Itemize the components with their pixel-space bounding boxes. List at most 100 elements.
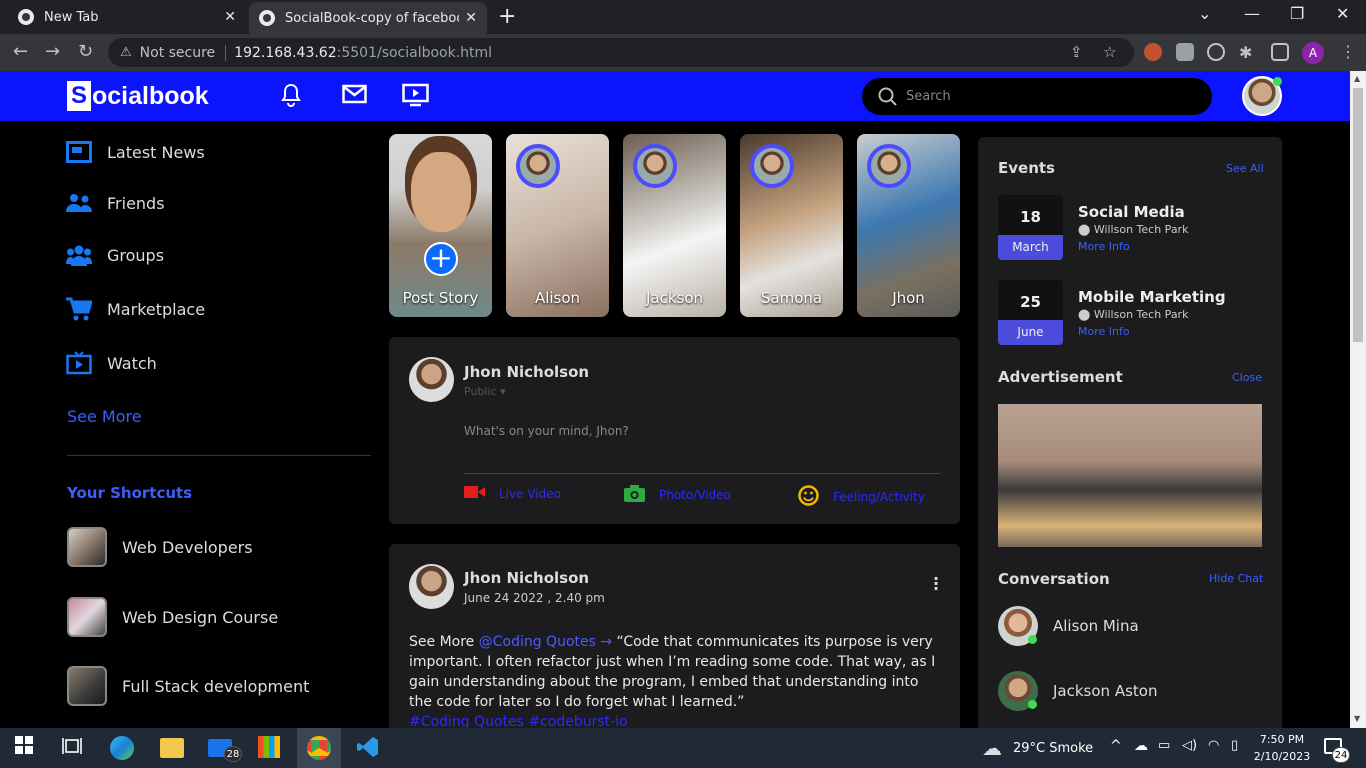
task-view-icon[interactable] bbox=[62, 736, 82, 760]
sidebar-item-watch[interactable]: Watch bbox=[66, 350, 157, 376]
event-location-text: Willson Tech Park bbox=[1093, 223, 1189, 236]
weather-icon[interactable]: ☁ bbox=[982, 736, 1002, 760]
event-more-info-link[interactable]: More Info bbox=[1078, 240, 1130, 253]
scroll-down-icon[interactable]: ▼ bbox=[1354, 714, 1360, 723]
user-avatar[interactable] bbox=[1242, 76, 1282, 116]
search-input[interactable] bbox=[906, 89, 1186, 104]
composer-avatar[interactable] bbox=[409, 357, 454, 402]
bookmark-star-icon[interactable]: ☆ bbox=[1103, 43, 1116, 61]
live-video-button[interactable]: Live Video bbox=[464, 485, 561, 502]
event-title[interactable]: Mobile Marketing bbox=[1078, 288, 1226, 306]
post-see-more[interactable]: See More bbox=[409, 634, 479, 650]
extension-icon[interactable] bbox=[1176, 43, 1194, 61]
privacy-selector[interactable]: Public ▾ bbox=[464, 385, 506, 398]
close-ad-link[interactable]: Close bbox=[1232, 371, 1262, 384]
tab-new-tab[interactable]: New Tab ✕ bbox=[8, 0, 246, 34]
chevron-up-icon[interactable]: ^ bbox=[1110, 738, 1122, 754]
minimize-icon[interactable]: — bbox=[1244, 4, 1260, 23]
event-title[interactable]: Social Media bbox=[1078, 203, 1185, 221]
profile-avatar[interactable]: A bbox=[1302, 42, 1324, 64]
logo[interactable]: S ocialbook bbox=[67, 81, 209, 111]
new-tab-button[interactable]: + bbox=[498, 4, 516, 29]
edge-icon[interactable] bbox=[110, 736, 134, 760]
scroll-up-icon[interactable]: ▲ bbox=[1354, 74, 1360, 83]
restore-icon[interactable]: ❐ bbox=[1290, 4, 1304, 23]
advertisement-image[interactable] bbox=[998, 404, 1262, 547]
address-toolbar: ← → ↻ ⚠ Not secure 192.168.43.62 :5501/s… bbox=[0, 34, 1366, 71]
security-label[interactable]: Not secure bbox=[140, 45, 216, 61]
post-author-name[interactable]: Jhon Nicholson bbox=[464, 569, 589, 587]
file-explorer-icon[interactable] bbox=[160, 738, 184, 758]
event-day: 25 bbox=[1020, 293, 1041, 311]
shortcut-web-developers[interactable]: Web Developers bbox=[67, 527, 253, 567]
brave-extension-icon[interactable] bbox=[1144, 43, 1162, 61]
post-menu-icon[interactable]: · · · bbox=[933, 571, 939, 597]
close-tab-icon[interactable]: ✕ bbox=[465, 10, 477, 26]
tab-search-icon[interactable]: ⌄ bbox=[1198, 4, 1211, 23]
reload-icon[interactable]: ↻ bbox=[78, 41, 93, 62]
windows-start-icon[interactable] bbox=[15, 736, 33, 758]
sidebar-item-marketplace[interactable]: Marketplace bbox=[66, 296, 205, 322]
sidebar-item-friends[interactable]: Friends bbox=[66, 190, 165, 216]
see-all-link[interactable]: See All bbox=[1226, 162, 1264, 175]
action-label: Live Video bbox=[499, 486, 561, 501]
battery-saver-icon[interactable]: ▯ bbox=[1231, 738, 1238, 753]
wifi-icon[interactable]: ◠ bbox=[1208, 738, 1219, 753]
chat-contact[interactable]: Alison Mina bbox=[998, 606, 1139, 646]
logo-text: ocialbook bbox=[92, 81, 209, 110]
chat-contact[interactable]: Jackson Aston bbox=[998, 671, 1157, 711]
close-window-icon[interactable]: ✕ bbox=[1336, 4, 1349, 23]
react-devtools-icon[interactable] bbox=[1207, 43, 1225, 61]
warning-icon[interactable]: ⚠ bbox=[120, 45, 132, 60]
menu-icon[interactable]: ⋮ bbox=[1340, 42, 1356, 61]
puzzle-icon[interactable]: ✱ bbox=[1239, 43, 1257, 62]
mail-icon[interactable] bbox=[342, 83, 367, 109]
tab-socialbook[interactable]: SocialBook-copy of facebook ✕ bbox=[249, 2, 487, 34]
volume-icon[interactable]: ◁) bbox=[1182, 738, 1197, 753]
store-icon[interactable] bbox=[258, 736, 280, 758]
story-avatar bbox=[516, 144, 560, 188]
back-icon[interactable]: ← bbox=[13, 41, 28, 62]
hide-chat-link[interactable]: Hide Chat bbox=[1209, 572, 1263, 585]
side-panel-icon[interactable] bbox=[1271, 43, 1289, 61]
shortcut-full-stack[interactable]: Full Stack development bbox=[67, 666, 309, 706]
search-bar[interactable] bbox=[862, 78, 1212, 115]
onedrive-icon[interactable]: ☁ bbox=[1134, 738, 1148, 754]
chrome-taskbar-icon[interactable] bbox=[307, 736, 331, 760]
forward-icon[interactable]: → bbox=[45, 41, 60, 62]
post-hashtags[interactable]: #Coding Quotes #codeburst-io bbox=[409, 714, 628, 728]
chat-name: Alison Mina bbox=[1053, 617, 1139, 635]
story-card-jackson[interactable]: Jackson bbox=[623, 134, 726, 317]
omnibox[interactable]: ⚠ Not secure 192.168.43.62 :5501/socialb… bbox=[108, 38, 1134, 67]
clock[interactable]: 7:50 PM 2/10/2023 bbox=[1252, 731, 1312, 765]
sidebar-item-groups[interactable]: Groups bbox=[66, 242, 164, 268]
post-author-avatar[interactable] bbox=[409, 564, 454, 609]
vscode-icon[interactable] bbox=[357, 736, 379, 762]
feeling-activity-button[interactable]: Feeling/Activity bbox=[798, 485, 925, 509]
story-card-alison[interactable]: Alison bbox=[506, 134, 609, 317]
sidebar-item-latest-news[interactable]: Latest News bbox=[66, 139, 205, 165]
bell-icon[interactable] bbox=[280, 83, 302, 111]
post-mention-link[interactable]: @Coding Quotes → bbox=[479, 634, 612, 650]
shortcut-web-design-course[interactable]: Web Design Course bbox=[67, 597, 278, 637]
see-more-link[interactable]: See More bbox=[67, 407, 142, 426]
composer-user-name[interactable]: Jhon Nicholson bbox=[464, 363, 589, 381]
chrome-icon bbox=[18, 9, 34, 25]
story-card-jhon[interactable]: Jhon bbox=[857, 134, 960, 317]
share-icon[interactable]: ⇪ bbox=[1070, 43, 1083, 61]
story-label: Alison bbox=[534, 289, 581, 307]
scrollbar-thumb[interactable] bbox=[1353, 88, 1363, 342]
video-icon[interactable] bbox=[402, 83, 429, 111]
close-tab-icon[interactable]: ✕ bbox=[224, 9, 236, 25]
event-more-info-link[interactable]: More Info bbox=[1078, 325, 1130, 338]
add-story-icon[interactable]: + bbox=[424, 242, 458, 276]
battery-icon[interactable]: ▭ bbox=[1158, 738, 1170, 753]
story-card-samona[interactable]: Samona bbox=[740, 134, 843, 317]
photo-video-button[interactable]: Photo/Video bbox=[624, 485, 731, 505]
page-scrollbar[interactable]: ▲ ▼ bbox=[1350, 71, 1366, 728]
post-story-card[interactable]: + Post Story bbox=[389, 134, 492, 317]
sidebar-item-label: Latest News bbox=[107, 142, 205, 162]
page: S ocialbook Latest News Friends Groups M… bbox=[0, 71, 1350, 728]
weather-text[interactable]: 29°C Smoke bbox=[1013, 741, 1093, 756]
composer-input[interactable]: What's on your mind, Jhon? bbox=[464, 424, 629, 438]
